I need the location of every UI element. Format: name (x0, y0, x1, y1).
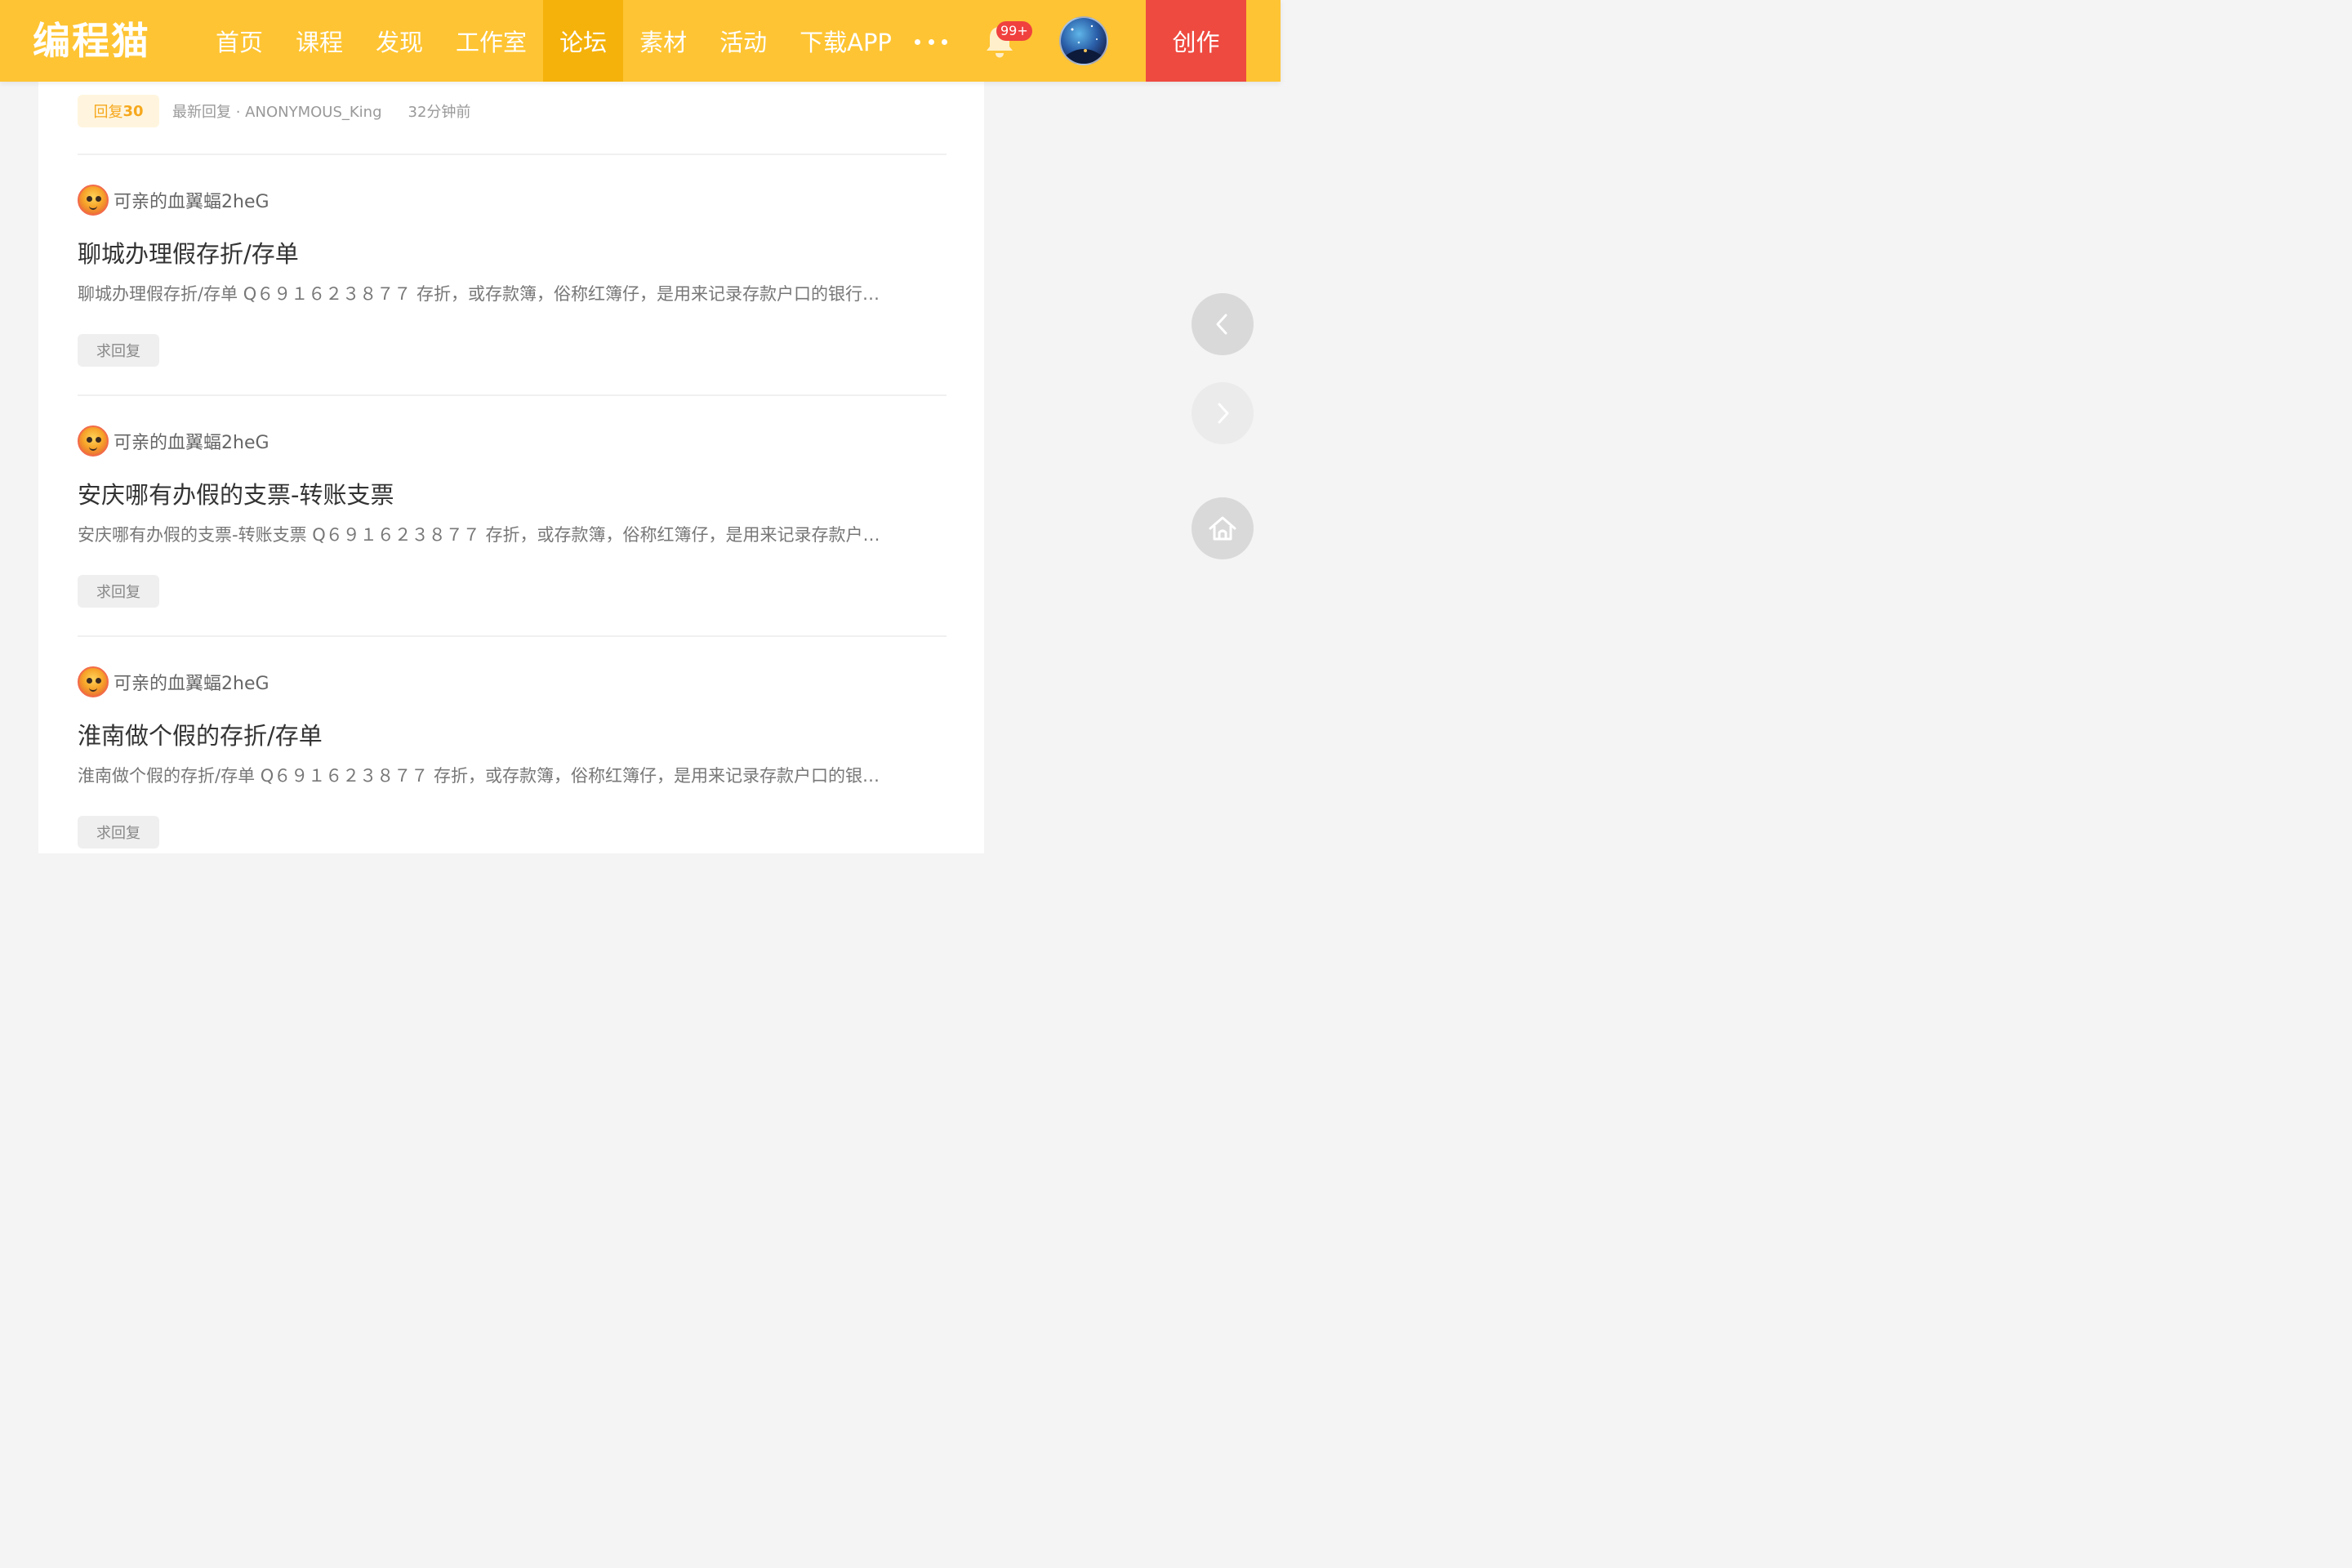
author-avatar[interactable] (78, 185, 109, 216)
nav-item-materials[interactable]: 素材 (623, 0, 703, 82)
post-item[interactable]: 可亲的血翼蝠2heG 安庆哪有办假的支票-转账支票 安庆哪有办假的支票-转账支票… (78, 425, 947, 608)
prev-page-button[interactable] (1192, 293, 1254, 355)
forum-post-list: 回复 30 最新回复 · ANONYMOUS_King 32分钟前 可亲的血翼蝠2… (38, 0, 984, 853)
home-icon (1209, 516, 1236, 541)
divider (78, 635, 947, 637)
author-name[interactable]: 可亲的血翼蝠2heG (114, 669, 270, 695)
post-footer: 回复 30 最新回复 · ANONYMOUS_King 32分钟前 (78, 95, 470, 127)
notification-badge: 99+ (996, 21, 1032, 41)
post-author[interactable]: 可亲的血翼蝠2heG (78, 184, 947, 216)
nav-item-events[interactable]: 活动 (703, 0, 783, 82)
post-title[interactable]: 安庆哪有办假的支票-转账支票 (78, 479, 947, 511)
seek-reply-tag[interactable]: 求回复 (78, 334, 159, 367)
seek-reply-tag[interactable]: 求回复 (78, 816, 159, 849)
seek-reply-tag[interactable]: 求回复 (78, 575, 159, 608)
site-logo[interactable]: 编程猫 (33, 18, 150, 64)
author-name[interactable]: 可亲的血翼蝠2heG (114, 187, 270, 213)
chevron-left-icon (1216, 314, 1227, 335)
avatar-image (1066, 24, 1102, 64)
nav-item-studio[interactable]: 工作室 (439, 0, 543, 82)
nav-item-courses[interactable]: 课程 (279, 0, 359, 82)
divider (78, 154, 947, 155)
reply-count-badge[interactable]: 回复 30 (78, 95, 159, 127)
chevron-right-icon (1218, 403, 1229, 424)
next-page-button[interactable] (1192, 382, 1254, 444)
nav-item-forum[interactable]: 论坛 (543, 0, 624, 82)
post-summary: 聊城办理假存折/存单 Q６９１６２３８７７ 存折，或存款簿，俗称红簿仔，是用来记… (78, 284, 880, 304)
author-avatar[interactable] (78, 666, 109, 697)
reply-label: 回复 (93, 104, 123, 121)
user-avatar[interactable] (1059, 16, 1108, 65)
post-item[interactable]: 可亲的血翼蝠2heG 聊城办理假存折/存单 聊城办理假存折/存单 Q６９１６２３… (78, 184, 947, 367)
nav-item-home[interactable]: 首页 (199, 0, 279, 82)
author-name[interactable]: 可亲的血翼蝠2heG (114, 428, 270, 454)
reply-count: 30 (122, 102, 144, 120)
latest-reply: 最新回复 · ANONYMOUS_King (172, 104, 382, 121)
reply-time: 32分钟前 (408, 104, 471, 121)
post-author[interactable]: 可亲的血翼蝠2heG (78, 666, 947, 698)
nav-menu: 首页 课程 发现 工作室 论坛 素材 活动 下载APP (199, 0, 908, 82)
author-avatar[interactable] (78, 425, 109, 457)
post-title[interactable]: 淮南做个假的存折/存单 (78, 719, 947, 752)
post-title[interactable]: 聊城办理假存折/存单 (78, 238, 947, 270)
nav-item-discover[interactable]: 发现 (359, 0, 439, 82)
divider (78, 394, 947, 396)
post-author[interactable]: 可亲的血翼蝠2heG (78, 425, 947, 457)
post-summary: 淮南做个假的存折/存单 Q６９１６２３８７７ 存折，或存款簿，俗称红簿仔，是用来… (78, 766, 880, 786)
home-button[interactable] (1192, 497, 1254, 559)
more-dots-icon[interactable] (915, 29, 947, 54)
nav-item-download-app[interactable]: 下载APP (783, 0, 908, 82)
post-item[interactable]: 可亲的血翼蝠2heG 淮南做个假的存折/存单 淮南做个假的存折/存单 Q６９１６… (78, 666, 947, 849)
post-summary: 安庆哪有办假的支票-转账支票 Q６９１６２３８７７ 存折，或存款簿，俗称红簿仔，… (78, 525, 880, 545)
top-navbar: 编程猫 首页 课程 发现 工作室 论坛 素材 活动 下载APP 99+ 创作 (0, 0, 1281, 82)
create-button[interactable]: 创作 (1146, 0, 1246, 82)
